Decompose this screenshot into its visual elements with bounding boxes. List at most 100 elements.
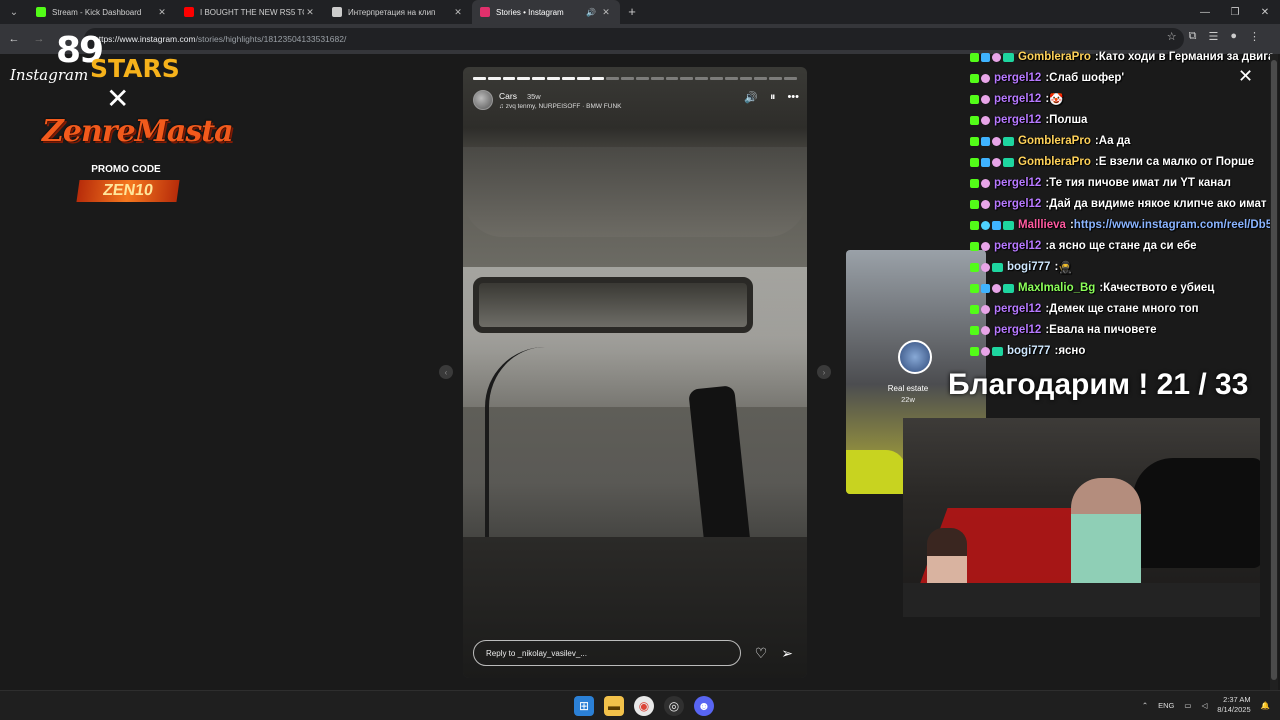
chat-message: pergel12: Дай да видиме някое клипче ако… [970, 194, 1267, 214]
network-icon[interactable]: ▭ [1184, 701, 1191, 710]
chat-text: Дай да видиме някое клипче ако имат [1049, 198, 1267, 210]
story-music[interactable]: zvq tenmy, NURPEISOFF · BMW FUNK [506, 103, 622, 110]
badge-gift-icon [981, 52, 990, 62]
profile-avatar-icon[interactable]: ● [1230, 30, 1237, 43]
browser-tab[interactable]: Stories • Instagram 🔊 ✕ [472, 0, 620, 24]
system-tray: ⌃ ENG ▭ ◁ 2:37 AM 8/14/2025 🔔 [1142, 695, 1270, 715]
story-username[interactable]: Cars [499, 91, 517, 101]
chat-username[interactable]: pergel12 [994, 303, 1041, 315]
chat-text: ясно [1058, 345, 1086, 357]
reading-list-icon[interactable]: ☰ [1208, 30, 1218, 43]
badge-kick-icon [970, 241, 979, 251]
discord-icon[interactable]: ☻ [694, 696, 714, 716]
chat-message: bogi777: 🥷 [970, 257, 1073, 277]
close-window-icon[interactable]: ✕ [1250, 0, 1280, 24]
badge-cash-icon [1003, 136, 1014, 146]
clock[interactable]: 2:37 AM 8/14/2025 [1217, 695, 1250, 715]
badge-sub-icon [981, 94, 990, 104]
notifications-icon[interactable]: 🔔 [1261, 701, 1270, 710]
progress-segment [635, 77, 649, 80]
chat-text: Слаб шофер' [1049, 72, 1125, 84]
chat-username[interactable]: bogi777 [1007, 261, 1050, 273]
menu-icon[interactable]: ⋮ [1249, 30, 1260, 43]
maximize-icon[interactable]: ❐ [1220, 0, 1250, 24]
badge-kick-icon [970, 220, 979, 230]
previous-story-arrow-icon[interactable]: ‹ [439, 365, 453, 379]
tab-search-icon[interactable]: ⌄ [0, 0, 28, 24]
progress-segment [502, 77, 516, 80]
chat-username[interactable]: pergel12 [994, 240, 1041, 252]
pause-icon[interactable]: ⏸ [770, 91, 776, 104]
badge-gift-icon [992, 220, 1001, 230]
rearview-mirror [473, 277, 753, 333]
chat-message: GomblerаPro: Като ходи в Германия за дви… [970, 47, 1274, 67]
chat-username[interactable]: MaxImalio_Bg [1018, 282, 1095, 294]
browser-tab[interactable]: I BOUGHT THE NEW RS5 TO RE✕ [176, 0, 324, 24]
chat-username[interactable]: bogi777 [1007, 345, 1050, 357]
like-heart-icon[interactable]: ♡ [755, 645, 768, 662]
story-avatar[interactable] [473, 90, 493, 110]
progress-segment [517, 77, 531, 80]
tray-expand-icon[interactable]: ⌃ [1142, 701, 1148, 710]
chrome-icon[interactable]: ◉ [634, 696, 654, 716]
more-options-icon[interactable]: ••• [787, 91, 799, 104]
reply-actions: ♡ ➢ [755, 645, 793, 662]
tab-title: Stories • Instagram [496, 7, 564, 17]
language-indicator[interactable]: ENG [1158, 701, 1174, 710]
chat-username[interactable]: GomblerаPro [1018, 156, 1091, 168]
webcam-feed [903, 418, 1260, 617]
chat-text: а ясно ще стане да си ебе [1049, 240, 1197, 252]
browser-tab[interactable]: Интерпретация на клип ✕ [324, 0, 472, 24]
story-viewer[interactable]: Cars 35w ♫ zvq tenmy, NURPEISOFF · BMW FU… [463, 67, 807, 678]
tab-audio-icon[interactable]: 🔊 [586, 8, 596, 17]
badge-vip-icon [981, 220, 990, 230]
badge-sub-icon [981, 346, 990, 356]
chat-username[interactable]: pergel12 [994, 324, 1041, 336]
badge-sub-icon [981, 304, 990, 314]
chat-username[interactable]: Malllieva [1018, 219, 1066, 231]
page-scrollbar[interactable] [1270, 54, 1278, 690]
volume-tray-icon[interactable]: ◁ [1202, 701, 1208, 710]
chat-username[interactable]: pergel12 [994, 93, 1041, 105]
chat-link[interactable]: https://www.instagram.com/reel/Db5 [1074, 219, 1272, 231]
new-tab-button[interactable]: + [620, 0, 644, 24]
badge-cash-icon [1003, 283, 1014, 293]
progress-segment [621, 77, 634, 80]
chat-username[interactable]: GomblerаPro [1018, 135, 1091, 147]
chat-username[interactable]: pergel12 [994, 177, 1041, 189]
next-story-arrow-icon[interactable]: › [817, 365, 831, 379]
tab-close-icon[interactable]: ✕ [452, 7, 464, 18]
chat-text: Качеството е убиец [1103, 282, 1215, 294]
badge-gift-icon [981, 283, 990, 293]
volume-icon[interactable]: 🔊 [744, 91, 758, 104]
chat-text: Като ходи в Германия за двига [1098, 51, 1275, 63]
chat-username[interactable]: GomblerаPro [1018, 51, 1091, 63]
tab-close-icon[interactable]: ✕ [304, 7, 316, 18]
extensions-icon[interactable]: ⧉ [1189, 30, 1197, 43]
back-icon[interactable]: ← [3, 28, 25, 50]
next-story-avatar [898, 340, 932, 374]
close-icon[interactable]: ✕ [1238, 66, 1253, 87]
file-explorer-icon[interactable]: ▬ [604, 696, 624, 716]
badge-cash-icon [992, 262, 1003, 272]
preview-glove [846, 450, 906, 494]
obs-icon[interactable]: ◎ [664, 696, 684, 716]
badge-kick-icon [970, 73, 979, 83]
share-send-icon[interactable]: ➢ [781, 645, 793, 662]
chat-username[interactable]: pergel12 [994, 114, 1041, 126]
chat-message: pergel12: Полша [970, 110, 1087, 130]
tab-close-icon[interactable]: ✕ [600, 7, 612, 18]
badge-sub-icon [981, 73, 990, 83]
minimize-icon[interactable]: — [1190, 0, 1220, 24]
chat-text: Демек ще стане много топ [1049, 303, 1199, 315]
chat-username[interactable]: pergel12 [994, 72, 1041, 84]
tab-title: Интерпретация на клип [348, 7, 436, 17]
tab-close-icon[interactable]: ✕ [156, 7, 168, 18]
reply-input[interactable]: Reply to _nikolay_vasilev_... [473, 640, 741, 666]
badge-sub-icon [992, 283, 1001, 293]
bookmark-star-icon[interactable]: ☆ [1167, 30, 1177, 43]
browser-tab[interactable]: Stream - Kick Dashboard ✕ [28, 0, 176, 24]
start-windows-icon[interactable]: ⊞ [574, 696, 594, 716]
chat-username[interactable]: pergel12 [994, 198, 1041, 210]
progress-segment [710, 77, 723, 80]
